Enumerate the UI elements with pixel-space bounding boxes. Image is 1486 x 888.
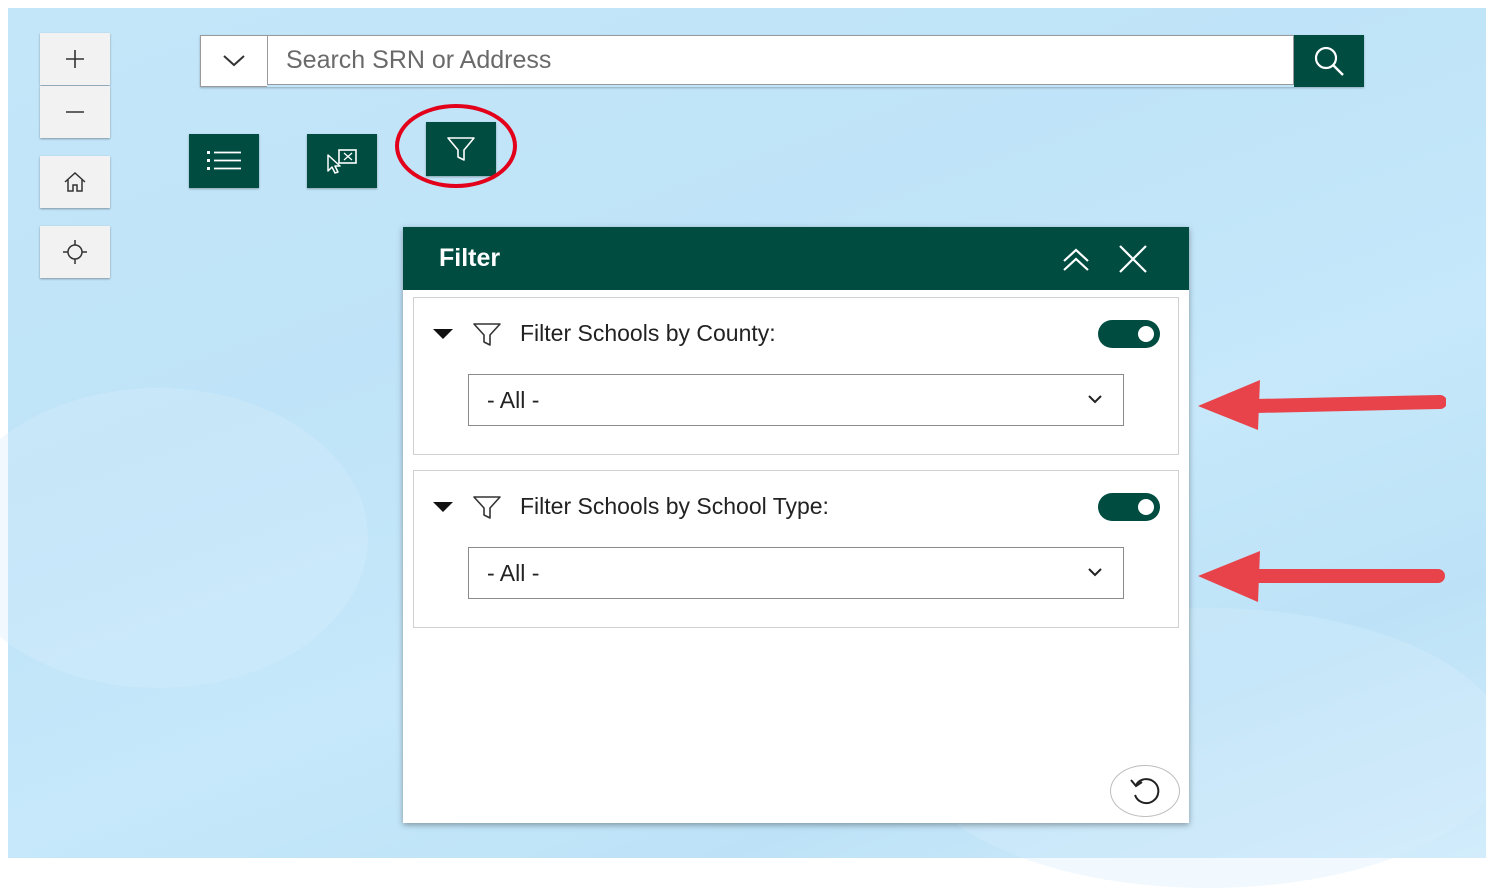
search-bar	[200, 35, 1364, 87]
map-terrain-patch	[0, 388, 368, 688]
select-value: - All -	[487, 560, 540, 586]
chevron-down-icon	[1088, 395, 1102, 404]
chevron-down-icon	[1088, 568, 1102, 577]
select-icon	[327, 149, 357, 174]
reset-filters-button[interactable]	[1110, 765, 1180, 817]
filter-label: Filter Schools by County:	[520, 320, 776, 346]
home-icon	[64, 171, 86, 192]
select-value: - All -	[487, 387, 540, 413]
annotation-arrow	[1198, 380, 1446, 430]
highlight-circle	[395, 104, 517, 188]
filter-card-county: Filter Schools by County: - All -	[413, 297, 1179, 455]
filter-panel: Filter Filter Schools by County: - All -	[403, 227, 1189, 823]
filter-icon	[473, 323, 501, 346]
chevron-down-icon	[223, 55, 245, 67]
plus-icon	[66, 50, 84, 68]
search-input[interactable]	[267, 35, 1294, 85]
crosshair-icon	[63, 240, 87, 264]
minus-icon	[66, 111, 84, 113]
collapse-icon[interactable]	[1059, 245, 1093, 273]
filter-toggle[interactable]	[1098, 493, 1160, 521]
select-features-button[interactable]	[307, 134, 377, 188]
list-icon	[207, 151, 241, 170]
caret-down-icon[interactable]	[432, 501, 454, 513]
zoom-in-button[interactable]	[40, 33, 110, 85]
filter-card-school-type: Filter Schools by School Type: - All -	[413, 470, 1179, 628]
annotation-arrow	[1198, 551, 1445, 602]
filter-label: Filter Schools by School Type:	[520, 493, 829, 519]
filter-toggle[interactable]	[1098, 320, 1160, 348]
search-icon	[1314, 46, 1344, 76]
filter-icon	[473, 496, 501, 519]
caret-down-icon[interactable]	[432, 328, 454, 340]
layer-list-button[interactable]	[189, 134, 259, 188]
panel-title: Filter	[439, 244, 501, 272]
zoom-out-button[interactable]	[40, 86, 110, 138]
search-button[interactable]	[1294, 35, 1364, 87]
school-type-select[interactable]: - All -	[468, 547, 1124, 599]
close-icon[interactable]	[1116, 245, 1150, 273]
search-source-dropdown[interactable]	[200, 35, 267, 87]
locate-button[interactable]	[40, 226, 110, 278]
county-select[interactable]: - All -	[468, 374, 1124, 426]
panel-header: Filter	[403, 227, 1189, 290]
reset-icon	[1130, 778, 1160, 805]
home-button[interactable]	[40, 156, 110, 208]
